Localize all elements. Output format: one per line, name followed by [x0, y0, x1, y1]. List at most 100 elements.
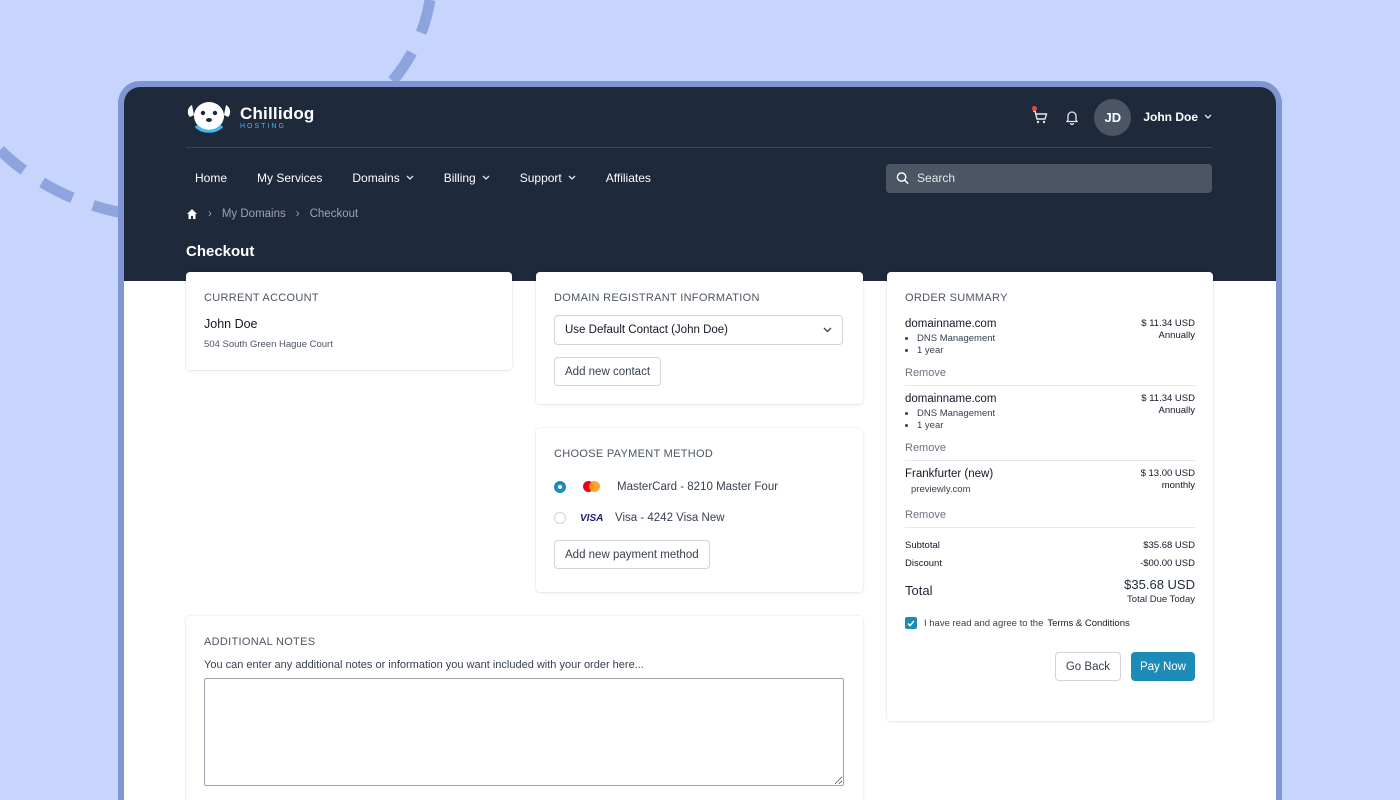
- avatar[interactable]: JD: [1094, 98, 1132, 136]
- divider: [905, 385, 1195, 386]
- divider: [905, 527, 1195, 528]
- payment-option-visa[interactable]: VISA Visa - 4242 Visa New: [554, 508, 845, 528]
- cart-button[interactable]: [1030, 106, 1050, 127]
- subtotal-label: Subtotal: [905, 540, 940, 551]
- mastercard-icon: [580, 481, 604, 493]
- home-icon[interactable]: [186, 208, 198, 220]
- chevron-right-icon: ›: [295, 208, 300, 220]
- payment-radio-visa[interactable]: [554, 512, 566, 524]
- cart-icon: [1033, 110, 1048, 124]
- order-summary-title: ORDER SUMMARY: [905, 292, 1008, 304]
- bell-icon: [1066, 111, 1079, 125]
- account-address: 504 South Green Hague Court: [204, 339, 333, 350]
- nav-item-label: Billing: [443, 171, 476, 185]
- visa-icon: VISA: [580, 512, 604, 524]
- total-label: Total: [905, 583, 933, 598]
- current-account-card: CURRENT ACCOUNT John Doe 504 South Green…: [186, 272, 512, 370]
- registrant-card: DOMAIN REGISTRANT INFORMATION Use Defaul…: [536, 272, 863, 404]
- contact-select[interactable]: Use Default Contact (John Doe): [554, 315, 843, 345]
- registrant-title: DOMAIN REGISTRANT INFORMATION: [554, 292, 760, 304]
- nav-item-label: Support: [519, 171, 562, 185]
- payment-option-mastercard[interactable]: MasterCard - 8210 Master Four: [554, 477, 845, 497]
- order-item: domainname.com $ 11.34 USD Annually DNS …: [905, 393, 1195, 454]
- user-name: John Doe: [1143, 110, 1198, 124]
- order-summary-card: ORDER SUMMARY domainname.com $ 11.34 USD…: [887, 272, 1213, 721]
- discount-value: -$00.00 USD: [1140, 558, 1195, 569]
- user-menu[interactable]: John Doe: [1143, 110, 1212, 124]
- main-nav: Home My Services Domains Billing Support Affi…: [186, 163, 1212, 193]
- nav-item-label: Affiliates: [605, 171, 651, 185]
- search-input[interactable]: [917, 171, 1202, 185]
- subtotal-value: $35.68 USD: [1143, 540, 1195, 551]
- notes-textarea[interactable]: [204, 678, 844, 786]
- remove-link[interactable]: Remove: [905, 442, 1195, 454]
- breadcrumb: › My Domains › Checkout: [186, 208, 358, 220]
- order-item: domainname.com $ 11.34 USD Annually DNS …: [905, 318, 1195, 379]
- discount-row: Discount -$00.00 USD: [905, 558, 1195, 569]
- brand-logo[interactable]: Chillidog HOSTING: [186, 99, 315, 135]
- terms-text: I have read and agree to the: [924, 617, 1044, 629]
- dog-logo-icon: [187, 102, 231, 133]
- chevron-down-icon: [823, 327, 832, 333]
- total-note: Total Due Today: [1127, 594, 1195, 605]
- discount-label: Discount: [905, 558, 942, 569]
- nav-items: Home My Services Domains Billing Support Affi…: [186, 171, 672, 185]
- divider: [905, 460, 1195, 461]
- add-contact-button[interactable]: Add new contact: [554, 357, 662, 386]
- browser-frame: Chillidog HOSTING JD John Doe Home My Se…: [118, 81, 1282, 800]
- brand-name: Chillidog: [240, 104, 315, 123]
- search-icon: [896, 172, 909, 185]
- additional-notes-card: ADDITIONAL NOTES You can enter any addit…: [186, 616, 863, 800]
- order-item-price: $ 13.00 USD monthly: [1141, 468, 1195, 492]
- remove-link[interactable]: Remove: [905, 367, 1195, 379]
- order-item-amount: $ 11.34 USD: [1141, 318, 1195, 329]
- page-title: Checkout: [186, 243, 255, 260]
- chevron-down-icon: [1204, 114, 1212, 119]
- breadcrumb-my-domains[interactable]: My Domains: [222, 208, 286, 220]
- terms-row: I have read and agree to the Terms & Con…: [905, 617, 1195, 629]
- go-back-button[interactable]: Go Back: [1054, 652, 1121, 681]
- check-icon: [907, 620, 915, 627]
- total-row: Total $35.68 USD Total Due Today: [905, 577, 1195, 605]
- payment-method-card: CHOOSE PAYMENT METHOD MasterCard - 8210 …: [536, 428, 863, 592]
- chevron-down-icon: [406, 175, 414, 180]
- total-value: $35.68 USD: [1124, 577, 1195, 592]
- contact-select-value: Use Default Contact (John Doe): [565, 324, 728, 336]
- pay-now-button[interactable]: Pay Now: [1130, 652, 1195, 681]
- remove-link[interactable]: Remove: [905, 509, 1195, 521]
- order-item: Frankfurter (new) $ 13.00 USD monthly pr…: [905, 468, 1195, 521]
- order-item-amount: $ 13.00 USD: [1140, 468, 1195, 479]
- feature-item: 1 year: [917, 420, 1195, 432]
- brand-subtitle: HOSTING: [240, 123, 286, 130]
- nav-item-affiliates[interactable]: Affiliates: [597, 171, 660, 185]
- notifications-button[interactable]: [1062, 107, 1082, 127]
- nav-item-my-services[interactable]: My Services: [248, 171, 331, 185]
- nav-item-domains[interactable]: Domains: [343, 171, 422, 185]
- order-item-price: $ 11.34 USD Annually: [1141, 318, 1195, 342]
- nav-item-label: Domains: [352, 171, 400, 185]
- nav-item-support[interactable]: Support: [511, 171, 585, 185]
- account-name: John Doe: [204, 317, 258, 331]
- terms-checkbox[interactable]: [905, 617, 917, 629]
- search-box[interactable]: [886, 163, 1212, 193]
- order-item-cycle: Annually: [1158, 405, 1195, 416]
- order-item-cycle: monthly: [1161, 480, 1195, 491]
- order-item-amount: $ 11.34 USD: [1141, 393, 1195, 404]
- chevron-down-icon: [568, 175, 576, 180]
- nav-item-billing[interactable]: Billing: [435, 171, 499, 185]
- add-payment-method-button[interactable]: Add new payment method: [554, 540, 710, 569]
- current-account-title: CURRENT ACCOUNT: [204, 292, 319, 304]
- notes-hint: You can enter any additional notes or in…: [204, 659, 644, 671]
- terms-link[interactable]: Terms & Conditions: [1047, 618, 1129, 629]
- notes-title: ADDITIONAL NOTES: [204, 636, 316, 648]
- payment-radio-mastercard[interactable]: [554, 481, 566, 493]
- nav-item-home[interactable]: Home: [186, 171, 236, 185]
- top-bar: Chillidog HOSTING JD John Doe: [186, 87, 1212, 148]
- feature-item: 1 year: [917, 345, 1195, 357]
- order-item-price: $ 11.34 USD Annually: [1141, 393, 1195, 417]
- payment-label-mastercard: MasterCard - 8210 Master Four: [617, 481, 779, 493]
- subtotal-row: Subtotal $35.68 USD: [905, 540, 1195, 551]
- nav-item-label: Home: [195, 171, 228, 185]
- payment-title: CHOOSE PAYMENT METHOD: [554, 448, 714, 460]
- order-actions: Go Back Pay Now: [905, 652, 1195, 681]
